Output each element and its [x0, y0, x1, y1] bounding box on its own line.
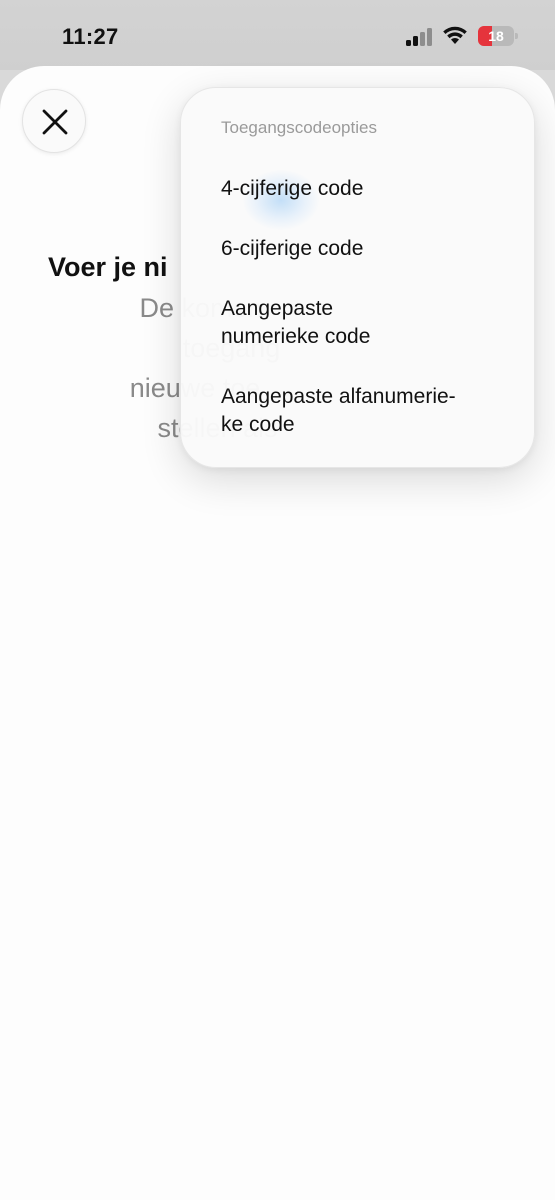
close-button[interactable] [22, 89, 86, 153]
status-bar: 11:27 18 [0, 0, 555, 70]
close-icon [42, 109, 68, 135]
menu-item-label: numerieke code [221, 325, 371, 348]
menu-item-custom-alphanumeric-code[interactable]: Aangepaste alfanumerie- ke code [221, 383, 511, 439]
menu-item-label: ke code [221, 413, 295, 436]
battery-cap [515, 33, 518, 39]
menu-item-label: Aangepaste alfanumerie- [221, 385, 456, 408]
menu-item-label: 4-cijferige code [221, 177, 364, 200]
cellular-signal-icon [406, 28, 436, 46]
menu-item-label: 6-cijferige code [221, 237, 364, 260]
menu-item-4-digit-code[interactable]: 4-cijferige code [221, 175, 511, 203]
menu-header: Toegangscodeopties [221, 118, 377, 137]
battery-icon: 18 [478, 26, 518, 46]
wifi-icon [442, 24, 468, 46]
menu-item-6-digit-code[interactable]: 6-cijferige code [221, 235, 511, 263]
battery-level: 18 [488, 28, 504, 44]
status-time: 11:27 [62, 24, 119, 49]
menu-item-label: Aangepaste [221, 297, 334, 320]
passcode-options-menu: Toegangscodeopties 4-cijferige code 6-ci… [180, 87, 535, 468]
menu-item-custom-numeric-code[interactable]: Aangepaste numerieke code [221, 295, 511, 351]
